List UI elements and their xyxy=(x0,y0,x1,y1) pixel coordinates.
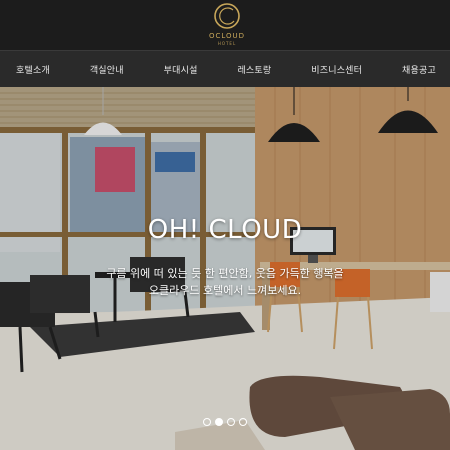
hero-slider: OH! CLOUD 구름 위에 떠 있는 듯 한 편안함, 웃음 가득한 행복을… xyxy=(0,87,450,450)
slide-dot-2[interactable] xyxy=(215,418,223,426)
slide-pagination xyxy=(203,418,247,428)
nav-item-restaurant[interactable]: 레스토랑 xyxy=(237,63,271,76)
nav-item-hotel-intro[interactable]: 호텔소개 xyxy=(16,63,50,76)
hero-tagline-line-1: 구름 위에 떠 있는 듯 한 편안함, 웃음 가득한 행복을 xyxy=(106,267,344,280)
hero-tagline-line-2: 오클라우드 호텔에서 느껴보세요. xyxy=(148,284,302,297)
logo-subtitle: HOTEL xyxy=(217,41,237,46)
main-navigation: 호텔소개 객실안내 부대시설 레스토랑 비즈니스센터 채용공고 xyxy=(0,50,450,87)
logo-wordmark: OCLOUD xyxy=(208,32,246,40)
header: OCLOUD HOTEL xyxy=(0,0,450,50)
hotel-logo[interactable]: OCLOUD HOTEL xyxy=(207,0,247,50)
nav-item-facilities[interactable]: 부대시설 xyxy=(164,63,198,76)
cloud-ring-logo-icon xyxy=(214,3,240,29)
nav-item-rooms[interactable]: 객실안내 xyxy=(90,63,124,76)
slide-dot-1[interactable] xyxy=(203,418,211,426)
slide-dot-4[interactable] xyxy=(239,418,247,426)
hero-headline: OH! CLOUD xyxy=(147,215,303,245)
hero-tagline: 구름 위에 떠 있는 듯 한 편안함, 웃음 가득한 행복을 오클라우드 호텔에… xyxy=(0,265,450,299)
slide-dot-3[interactable] xyxy=(227,418,235,426)
nav-item-careers[interactable]: 채용공고 xyxy=(402,63,436,76)
nav-item-business-center[interactable]: 비즈니스센터 xyxy=(311,63,362,76)
